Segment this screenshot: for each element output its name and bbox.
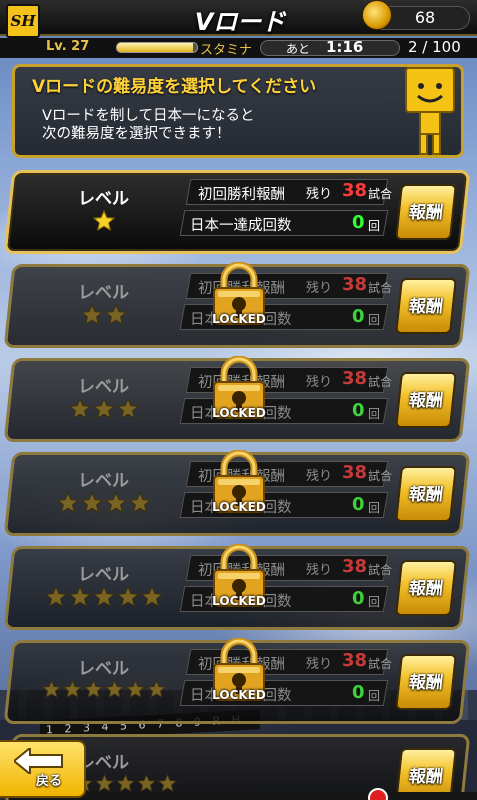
times-unit: 回 bbox=[368, 595, 381, 609]
banner-title: Vロードの難易度を選択してください bbox=[32, 77, 317, 97]
mascot-icon bbox=[405, 67, 455, 155]
coin-count: 68 bbox=[414, 8, 436, 27]
stamina-timer: 1:16 bbox=[326, 38, 364, 56]
star-icon bbox=[136, 774, 156, 793]
first-win-label: 初回勝利報酬 bbox=[198, 187, 285, 203]
remaining-count: 38 bbox=[342, 180, 368, 201]
banner-text-line2: 次の難易度を選択できます！ bbox=[42, 126, 231, 142]
champion-count: 0 bbox=[352, 494, 365, 515]
times-unit: 回 bbox=[368, 313, 381, 327]
difficulty-stars bbox=[30, 680, 178, 710]
remaining-label: 残り bbox=[306, 281, 333, 296]
remaining-count: 38 bbox=[342, 462, 368, 483]
games-unit: 試合 bbox=[368, 187, 393, 201]
champion-count: 0 bbox=[352, 306, 365, 327]
remaining-count: 38 bbox=[342, 650, 368, 671]
star-icon bbox=[126, 680, 145, 699]
team-logo: SH bbox=[6, 4, 40, 38]
star-icon bbox=[115, 774, 135, 793]
screen-title: Vロード bbox=[194, 8, 286, 36]
star-icon bbox=[94, 774, 114, 793]
stamina-label: スタミナ bbox=[200, 43, 253, 58]
star-icon bbox=[93, 210, 115, 232]
reward-button[interactable]: 報酬 bbox=[395, 184, 457, 240]
times-unit: 回 bbox=[368, 689, 381, 703]
remaining-count: 38 bbox=[342, 274, 368, 295]
footer-menu bbox=[90, 792, 477, 800]
remaining-label: 残り bbox=[306, 187, 333, 202]
level-label: レベル bbox=[78, 283, 129, 303]
champion-count: 0 bbox=[352, 682, 365, 703]
remaining-label: 残り bbox=[306, 563, 333, 578]
locked-label: LOCKED bbox=[212, 688, 266, 702]
star-icon bbox=[84, 680, 103, 699]
star-icon bbox=[147, 680, 166, 699]
star-icon bbox=[117, 398, 139, 420]
remaining-label: 残り bbox=[306, 375, 333, 390]
difficulty-stars bbox=[34, 398, 174, 428]
reward-button[interactable]: 報酬 bbox=[395, 560, 457, 616]
level-label: レベル bbox=[78, 753, 129, 773]
remaining-label: 残り bbox=[306, 657, 333, 672]
star-icon bbox=[42, 680, 61, 699]
reward-button[interactable]: 報酬 bbox=[395, 466, 457, 522]
star-icon bbox=[105, 680, 124, 699]
times-unit: 回 bbox=[368, 219, 381, 233]
times-unit: 回 bbox=[368, 407, 381, 421]
champion-count-label: 日本一達成回数 bbox=[190, 218, 292, 234]
locked-label: LOCKED bbox=[212, 312, 266, 326]
level-progress-bar bbox=[116, 42, 198, 53]
remaining-label: 残り bbox=[306, 469, 333, 484]
remaining-count: 38 bbox=[342, 556, 368, 577]
reward-button[interactable]: 報酬 bbox=[395, 372, 457, 428]
time-prefix: あと bbox=[286, 42, 311, 56]
difficulty-stars bbox=[34, 210, 174, 240]
level-progress-fill bbox=[117, 43, 193, 52]
star-icon bbox=[69, 398, 91, 420]
coin-icon bbox=[362, 0, 392, 30]
games-unit: 試合 bbox=[368, 563, 393, 577]
games-unit: 試合 bbox=[368, 375, 393, 389]
star-icon bbox=[63, 680, 82, 699]
back-label: 戻る bbox=[36, 774, 63, 789]
star-icon bbox=[129, 492, 151, 514]
locked-label: LOCKED bbox=[212, 594, 266, 608]
level-label: レベル bbox=[78, 189, 129, 209]
champion-count: 0 bbox=[352, 400, 365, 421]
games-unit: 試合 bbox=[368, 281, 393, 295]
level-label: レベル bbox=[78, 565, 129, 585]
level-label: レベル bbox=[78, 377, 129, 397]
reward-button[interactable]: 報酬 bbox=[395, 278, 457, 334]
remaining-count: 38 bbox=[342, 368, 368, 389]
star-icon bbox=[93, 586, 115, 608]
champion-count: 0 bbox=[352, 588, 365, 609]
champion-count: 0 bbox=[352, 212, 365, 233]
reward-button[interactable]: 報酬 bbox=[395, 654, 457, 710]
star-icon bbox=[93, 398, 115, 420]
star-icon bbox=[105, 304, 127, 326]
star-icon bbox=[45, 586, 67, 608]
star-icon bbox=[69, 586, 91, 608]
games-unit: 試合 bbox=[368, 469, 393, 483]
difficulty-stars bbox=[34, 492, 174, 522]
locked-label: LOCKED bbox=[212, 500, 266, 514]
games-unit: 試合 bbox=[368, 657, 393, 671]
level-label: レベル bbox=[78, 471, 129, 491]
star-icon bbox=[157, 774, 177, 793]
level-label: レベル bbox=[78, 659, 129, 679]
times-unit: 回 bbox=[368, 501, 381, 515]
stamina-value: 2 / 100 bbox=[408, 38, 461, 56]
star-icon bbox=[141, 586, 163, 608]
star-icon bbox=[105, 492, 127, 514]
locked-label: LOCKED bbox=[212, 406, 266, 420]
difficulty-stars bbox=[34, 304, 174, 334]
difficulty-stars bbox=[34, 586, 174, 616]
star-icon bbox=[81, 304, 103, 326]
star-icon bbox=[57, 492, 79, 514]
player-level: Lv. 27 bbox=[46, 39, 90, 54]
star-icon bbox=[81, 492, 103, 514]
star-icon bbox=[117, 586, 139, 608]
